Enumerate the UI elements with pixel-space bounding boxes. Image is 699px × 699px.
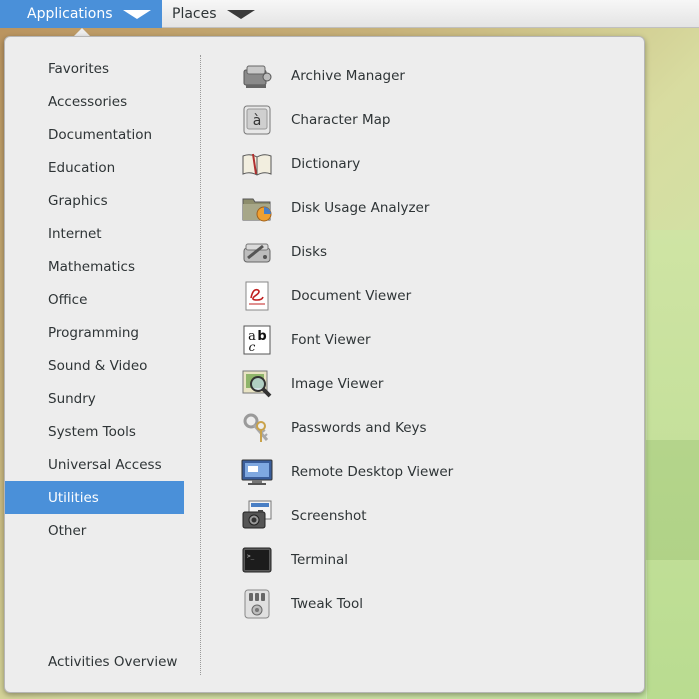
chevron-down-icon — [122, 10, 151, 19]
menu-pointer — [74, 28, 90, 36]
app-item[interactable]: Document Viewer — [241, 274, 453, 318]
svg-text:>_: >_ — [247, 553, 255, 560]
chevron-down-icon — [226, 10, 255, 19]
screenshot-icon — [241, 500, 273, 532]
category-list: Favorites Accessories Documentation Educati… — [5, 52, 184, 547]
svg-text:c: c — [249, 340, 256, 354]
character-map-icon: à — [241, 104, 273, 136]
app-item[interactable]: Passwords and Keys — [241, 406, 453, 450]
category-item[interactable]: Utilities — [5, 481, 184, 514]
app-item[interactable]: Dictionary — [241, 142, 453, 186]
image-viewer-icon — [241, 368, 273, 400]
app-list: Archive Manager à Character Map Dictionary D… — [241, 54, 453, 626]
applications-menu-button[interactable]: Applications — [0, 0, 162, 28]
svg-text:à: à — [253, 113, 262, 129]
app-item[interactable]: Disk Usage Analyzer — [241, 186, 453, 230]
archive-manager-icon — [241, 60, 273, 92]
category-item[interactable]: Universal Access — [5, 448, 184, 481]
applications-label: Applications — [27, 6, 113, 22]
tweak-tool-icon — [241, 588, 273, 620]
app-label: Disk Usage Analyzer — [291, 200, 430, 216]
category-item[interactable]: Internet — [5, 217, 184, 250]
category-item[interactable]: Sundry — [5, 382, 184, 415]
app-item[interactable]: Tweak Tool — [241, 582, 453, 626]
app-label: Tweak Tool — [291, 596, 363, 612]
remote-desktop-viewer-icon — [241, 456, 273, 488]
app-label: Document Viewer — [291, 288, 412, 304]
applications-menu: Favorites Accessories Documentation Educati… — [4, 36, 645, 693]
app-label: Archive Manager — [291, 68, 405, 84]
app-label: Passwords and Keys — [291, 420, 427, 436]
app-label: Font Viewer — [291, 332, 371, 348]
dictionary-icon — [241, 148, 273, 180]
category-item[interactable]: Education — [5, 151, 184, 184]
app-item[interactable]: Image Viewer — [241, 362, 453, 406]
activities-overview-item[interactable]: Activities Overview — [48, 654, 177, 670]
document-viewer-icon — [241, 280, 273, 312]
app-item[interactable]: a b c Font Viewer — [241, 318, 453, 362]
app-item[interactable]: Archive Manager — [241, 54, 453, 98]
app-label: Character Map — [291, 112, 391, 128]
category-item[interactable]: System Tools — [5, 415, 184, 448]
app-item[interactable]: >_ Terminal — [241, 538, 453, 582]
category-item[interactable]: Mathematics — [5, 250, 184, 283]
category-item[interactable]: Accessories — [5, 85, 184, 118]
svg-text:b: b — [257, 329, 266, 344]
disk-usage-analyzer-icon — [241, 192, 273, 224]
category-item[interactable]: Favorites — [5, 52, 184, 85]
top-panel: Applications Places — [0, 0, 699, 28]
places-menu-button[interactable]: Places — [162, 0, 262, 28]
font-viewer-icon: abc — [241, 324, 273, 356]
app-label: Disks — [291, 244, 328, 260]
category-item[interactable]: Programming — [5, 316, 184, 349]
terminal-icon: >_ — [241, 544, 273, 576]
category-item[interactable]: Documentation — [5, 118, 184, 151]
places-label: Places — [172, 6, 217, 22]
category-item[interactable]: Office — [5, 283, 184, 316]
app-label: Dictionary — [291, 156, 361, 172]
app-item[interactable]: Remote Desktop Viewer — [241, 450, 453, 494]
disks-icon — [241, 236, 273, 268]
app-label: Screenshot — [291, 508, 367, 524]
app-label: Image Viewer — [291, 376, 384, 392]
category-item[interactable]: Sound & Video — [5, 349, 184, 382]
desktop-shape — [646, 440, 699, 560]
app-label: Terminal — [291, 552, 349, 568]
app-item[interactable]: Disks — [241, 230, 453, 274]
category-item[interactable]: Graphics — [5, 184, 184, 217]
app-label: Remote Desktop Viewer — [291, 464, 454, 480]
category-item[interactable]: Other — [5, 514, 184, 547]
app-item[interactable]: à Character Map — [241, 98, 453, 142]
menu-divider — [200, 55, 201, 675]
app-item[interactable]: Screenshot — [241, 494, 453, 538]
passwords-keys-icon — [241, 412, 273, 444]
